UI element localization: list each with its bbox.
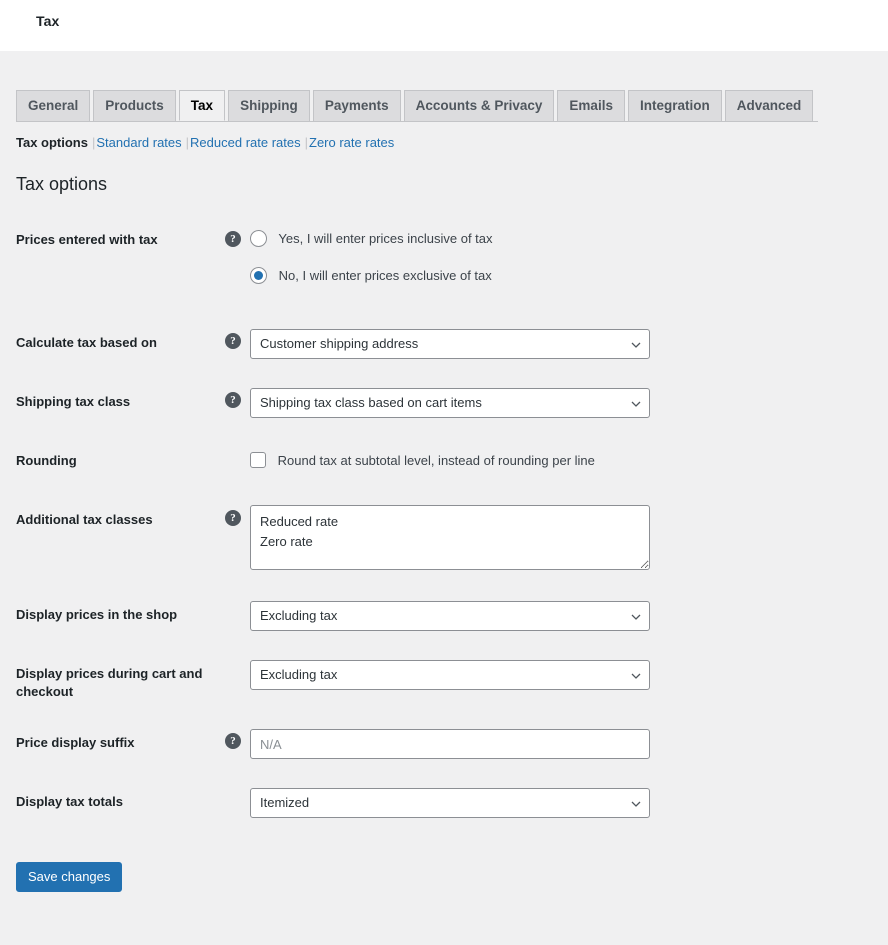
settings-page-body: GeneralProductsTaxShippingPaymentsAccoun…: [0, 51, 888, 945]
subnav-item-zero-rate-rates[interactable]: Zero rate rates: [309, 135, 394, 150]
label-display-prices-in-shop: Display prices in the shop: [16, 606, 221, 624]
help-icon-shipping-tax-class[interactable]: ?: [225, 392, 241, 408]
radio-label-prices-inclusive[interactable]: Yes, I will enter prices inclusive of ta…: [278, 231, 492, 246]
label-display-tax-totals: Display tax totals: [16, 793, 221, 811]
label-display-prices-cart-checkout: Display prices during cart and checkout: [16, 665, 221, 701]
settings-tab-bar: GeneralProductsTaxShippingPaymentsAccoun…: [16, 90, 818, 122]
page-header: Tax: [0, 0, 888, 51]
tab-products[interactable]: Products: [93, 90, 176, 121]
tab-tax[interactable]: Tax: [179, 90, 225, 121]
radio-prices-inclusive[interactable]: [250, 230, 267, 247]
label-shipping-tax-class: Shipping tax class: [16, 393, 221, 411]
field-display-tax-totals: ItemizedAs a single total: [250, 788, 650, 818]
label-calculate-tax-based-on: Calculate tax based on: [16, 334, 221, 352]
subnav-separator-3: |: [301, 135, 309, 150]
field-prices-entered-with-tax: Yes, I will enter prices inclusive of ta…: [250, 226, 493, 289]
field-shipping-tax-class: Shipping tax class based on cart itemsSt…: [250, 388, 650, 418]
help-icon-calculate-tax-based-on[interactable]: ?: [225, 333, 241, 349]
checkbox-option-rounding[interactable]: Round tax at subtotal level, instead of …: [250, 453, 595, 468]
label-additional-tax-classes: Additional tax classes: [16, 511, 221, 529]
help-icon-prices-entered-with-tax[interactable]: ?: [225, 231, 241, 247]
tab-integration[interactable]: Integration: [628, 90, 722, 121]
subnav-separator-2: |: [182, 135, 190, 150]
select-calculate-tax-based-on[interactable]: Customer shipping addressCustomer billin…: [250, 329, 650, 359]
radio-prices-exclusive[interactable]: [250, 267, 267, 284]
field-rounding: Round tax at subtotal level, instead of …: [250, 448, 595, 474]
row-shipping-tax-class: Shipping tax class ? Shipping tax class …: [0, 379, 888, 438]
row-rounding: Rounding Round tax at subtotal level, in…: [0, 438, 888, 497]
tab-accounts-privacy[interactable]: Accounts & Privacy: [404, 90, 555, 121]
field-display-prices-in-shop: Including taxExcluding tax: [250, 601, 650, 631]
row-price-display-suffix: Price display suffix ?: [0, 719, 888, 779]
select-display-prices-cart-checkout[interactable]: Including taxExcluding tax: [250, 660, 650, 690]
subnav-item-standard-rates[interactable]: Standard rates: [96, 135, 181, 150]
row-additional-tax-classes: Additional tax classes ?: [0, 497, 888, 592]
checkbox-round-tax-subtotal[interactable]: [250, 452, 266, 468]
field-calculate-tax-based-on: Customer shipping addressCustomer billin…: [250, 329, 650, 359]
save-changes-button[interactable]: Save changes: [16, 862, 122, 892]
subnav-item-reduced-rate-rates[interactable]: Reduced rate rates: [190, 135, 301, 150]
label-price-display-suffix: Price display suffix: [16, 734, 221, 752]
tab-advanced[interactable]: Advanced: [725, 90, 814, 121]
field-additional-tax-classes: [250, 505, 650, 573]
subnav-item-tax-options[interactable]: Tax options: [16, 135, 88, 150]
sub-navigation: Tax options|Standard rates|Reduced rate …: [16, 135, 394, 150]
radio-label-prices-exclusive[interactable]: No, I will enter prices exclusive of tax: [279, 268, 492, 283]
select-shipping-tax-class[interactable]: Shipping tax class based on cart itemsSt…: [250, 388, 650, 418]
select-display-tax-totals[interactable]: ItemizedAs a single total: [250, 788, 650, 818]
tab-general[interactable]: General: [16, 90, 90, 121]
input-price-display-suffix[interactable]: [250, 729, 650, 759]
field-price-display-suffix: [250, 729, 650, 759]
label-prices-entered-with-tax: Prices entered with tax: [16, 231, 221, 249]
radio-option-inclusive[interactable]: Yes, I will enter prices inclusive of ta…: [250, 226, 493, 252]
help-icon-additional-tax-classes[interactable]: ?: [225, 510, 241, 526]
help-icon-price-display-suffix[interactable]: ?: [225, 733, 241, 749]
select-display-prices-in-shop[interactable]: Including taxExcluding tax: [250, 601, 650, 631]
row-prices-entered-with-tax: Prices entered with tax ? Yes, I will en…: [0, 215, 888, 320]
tab-emails[interactable]: Emails: [557, 90, 625, 121]
row-display-prices-cart-checkout: Display prices during cart and checkout …: [0, 651, 888, 719]
checkbox-label-round-tax-subtotal[interactable]: Round tax at subtotal level, instead of …: [278, 453, 595, 468]
page-title: Tax: [36, 13, 59, 29]
tax-options-form: Prices entered with tax ? Yes, I will en…: [0, 215, 888, 834]
radio-option-exclusive[interactable]: No, I will enter prices exclusive of tax: [250, 263, 493, 289]
textarea-additional-tax-classes[interactable]: [250, 505, 650, 570]
row-display-tax-totals: Display tax totals ItemizedAs a single t…: [0, 779, 888, 834]
label-rounding: Rounding: [16, 452, 221, 470]
row-calculate-tax-based-on: Calculate tax based on ? Customer shippi…: [0, 320, 888, 379]
row-display-prices-in-shop: Display prices in the shop Including tax…: [0, 592, 888, 651]
section-title: Tax options: [16, 171, 107, 197]
tab-shipping[interactable]: Shipping: [228, 90, 310, 121]
field-display-prices-cart-checkout: Including taxExcluding tax: [250, 660, 650, 690]
tab-payments[interactable]: Payments: [313, 90, 401, 121]
